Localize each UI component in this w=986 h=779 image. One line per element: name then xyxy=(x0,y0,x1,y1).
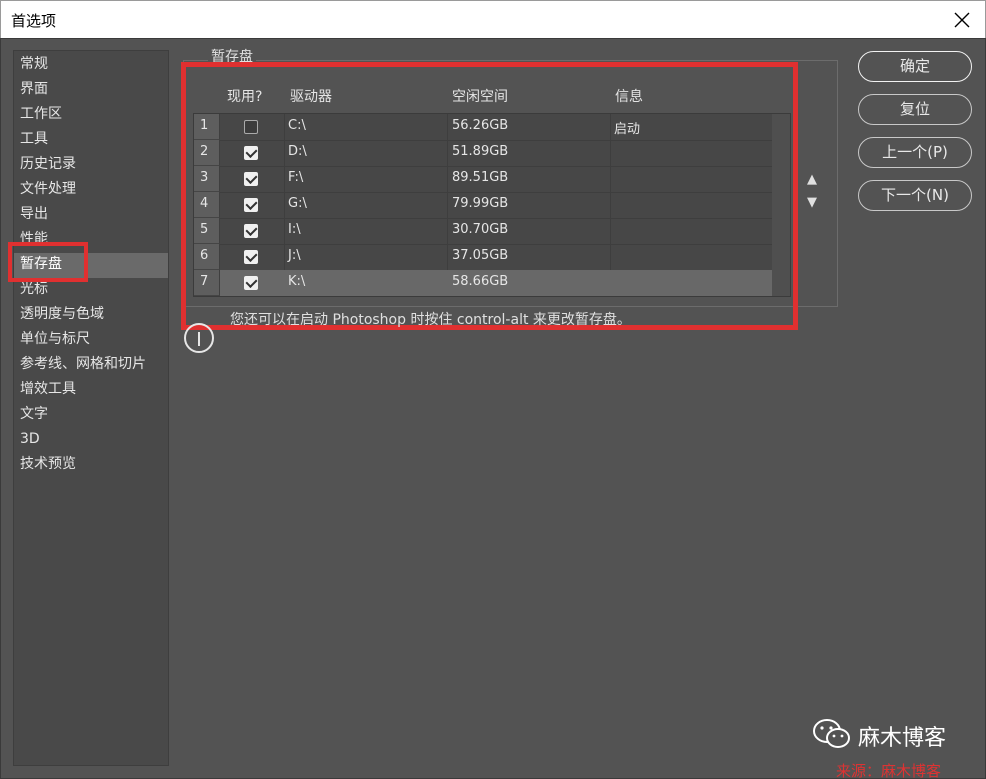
sidebar: 常规 界面 工作区 工具 历史记录 文件处理 导出 性能 暂存盘 光标 透明度与… xyxy=(13,50,169,766)
sidebar-highlight-box xyxy=(8,242,88,282)
table-highlight-box xyxy=(181,62,798,330)
sidebar-item-interface[interactable]: 界面 xyxy=(14,78,168,103)
sidebar-item-tech-preview[interactable]: 技术预览 xyxy=(14,453,168,478)
sidebar-item-units-rulers[interactable]: 单位与标尺 xyxy=(14,328,168,353)
move-down-button[interactable]: ▼ xyxy=(807,195,817,210)
info-icon xyxy=(184,323,214,353)
source-caption: 来源：麻木博客 xyxy=(836,762,942,779)
sidebar-item-type[interactable]: 文字 xyxy=(14,403,168,428)
sidebar-item-file-handling[interactable]: 文件处理 xyxy=(14,178,168,203)
watermark: 麻木博客 xyxy=(812,718,946,754)
sidebar-item-plugins[interactable]: 增效工具 xyxy=(14,378,168,403)
sidebar-item-3d[interactable]: 3D xyxy=(14,428,168,453)
scratch-note: 您还可以在启动 Photoshop 时按住 control-alt 来更改暂存盘… xyxy=(230,312,631,328)
title-bar: 首选项 xyxy=(0,0,986,38)
sidebar-item-transparency[interactable]: 透明度与色域 xyxy=(14,303,168,328)
watermark-text: 麻木博客 xyxy=(858,726,947,751)
ok-button[interactable]: 确定 xyxy=(858,51,972,82)
sidebar-item-general[interactable]: 常规 xyxy=(14,53,168,78)
reset-button[interactable]: 复位 xyxy=(858,94,972,125)
sidebar-item-workspace[interactable]: 工作区 xyxy=(14,103,168,128)
move-up-button[interactable]: ▲ xyxy=(807,172,817,187)
next-button[interactable]: 下一个(N) xyxy=(858,180,972,211)
prev-button[interactable]: 上一个(P) xyxy=(858,137,972,168)
window-title: 首选项 xyxy=(11,12,57,30)
close-icon[interactable] xyxy=(939,1,985,39)
sidebar-item-tools[interactable]: 工具 xyxy=(14,128,168,153)
sidebar-item-export[interactable]: 导出 xyxy=(14,203,168,228)
sidebar-item-guides-grid[interactable]: 参考线、网格和切片 xyxy=(14,353,168,378)
wechat-icon xyxy=(812,718,852,754)
sidebar-item-history[interactable]: 历史记录 xyxy=(14,153,168,178)
